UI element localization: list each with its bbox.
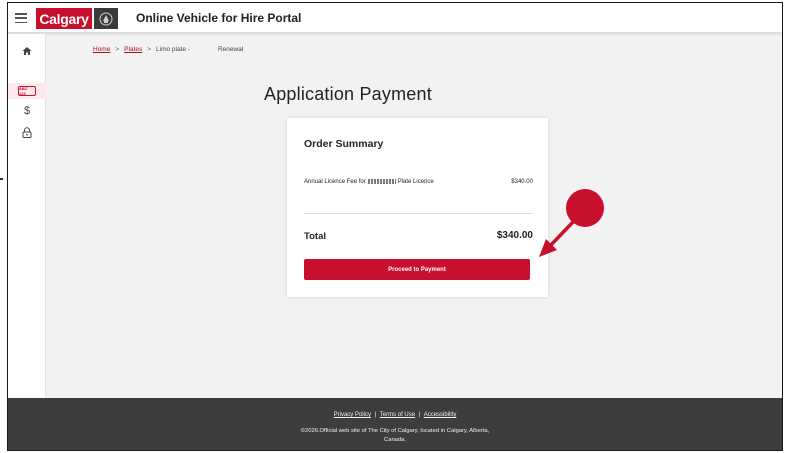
annotation-dot [566, 189, 604, 227]
terms-of-use-link[interactable]: Terms of Use [380, 412, 415, 418]
breadcrumb-action: Renewal [217, 46, 244, 53]
sidebar-item-security[interactable] [8, 124, 46, 140]
footer-links: Privacy Policy | Terms of Use | Accessib… [8, 412, 782, 418]
copyright-line-2: Canada. [384, 437, 406, 443]
app-title: Online Vehicle for Hire Portal [136, 11, 302, 25]
total-amount: $340.00 [496, 230, 533, 241]
line-item-amount: $340.00 [511, 179, 533, 185]
browser-viewport: Calgary Online Vehicle for Hire Portal A… [7, 2, 783, 451]
proceed-to-payment-button[interactable]: Proceed to Payment [304, 259, 530, 280]
page-title: Application Payment [264, 84, 432, 104]
line-item-label: Annual Licence Fee for Plate Licence [304, 179, 434, 185]
logo-wordmark: Calgary [36, 8, 92, 29]
annotation-arrow-line [547, 220, 575, 249]
sidebar-item-payments[interactable]: $ [8, 103, 46, 119]
line-item-suffix: Plate Licence [397, 179, 434, 186]
breadcrumb: Home > Plates > Limo plate - Renewal [93, 46, 243, 53]
privacy-policy-link[interactable]: Privacy Policy [334, 412, 371, 418]
line-item-prefix: Annual Licence Fee for [304, 179, 366, 186]
footer-copyright: ©2026.Official web site of The City of C… [8, 427, 782, 445]
order-summary-card: Order Summary Annual Licence Fee for Plat… [287, 118, 548, 297]
city-crest-icon [94, 8, 118, 29]
breadcrumb-separator: > [115, 46, 120, 53]
redacted-text [367, 179, 396, 184]
sidebar-item-home[interactable] [8, 42, 46, 60]
dollar-icon: $ [23, 105, 31, 117]
plate-icon: ABC 123 [18, 86, 36, 96]
footer-separator: | [418, 412, 421, 418]
sidebar-item-plates[interactable]: ABC 123 [8, 83, 46, 99]
calgary-logo[interactable]: Calgary [36, 8, 120, 29]
top-bar: Calgary Online Vehicle for Hire Portal [8, 3, 782, 33]
menu-icon[interactable] [14, 11, 28, 25]
order-summary-title: Order Summary [304, 138, 384, 150]
sidebar: ABC 123 $ [8, 34, 46, 398]
home-icon [22, 47, 32, 55]
accessibility-link[interactable]: Accessibility [424, 412, 457, 418]
copyright-line-1: ©2026.Official web site of The City of C… [300, 428, 490, 434]
footer-separator: | [374, 412, 377, 418]
breadcrumb-home-link[interactable]: Home [93, 46, 110, 53]
breadcrumb-separator: > [147, 46, 152, 53]
lock-icon [22, 126, 32, 138]
total-label: Total [304, 231, 326, 242]
breadcrumb-plates-link[interactable]: Plates [124, 46, 142, 53]
footer: Privacy Policy | Terms of Use | Accessib… [8, 398, 782, 450]
edge-mark [0, 178, 3, 180]
divider [304, 213, 533, 214]
breadcrumb-current: Limo plate - [156, 46, 190, 53]
